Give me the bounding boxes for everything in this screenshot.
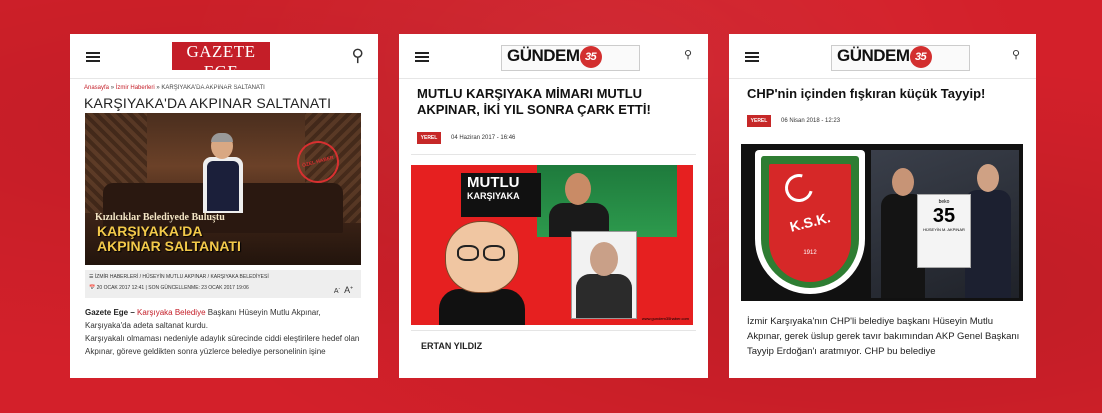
image-caption-line2: AKPINAR SALTANATI	[97, 238, 241, 254]
article-date: 04 Haziran 2017 - 16:46	[451, 135, 516, 141]
gundem35-article-card-1: GÜNDEM 35 ⚲ MUTLU KARŞIYAKA MİMARI MUTLU …	[399, 34, 708, 378]
divider	[411, 330, 696, 331]
article-body: Gazete Ege – Karşıyaka Belediye Başkanı …	[85, 306, 361, 358]
search-icon[interactable]: ⚲	[352, 46, 364, 66]
logo-number: 35	[909, 46, 932, 68]
gundem35-logo[interactable]: GÜNDEM 35	[507, 46, 602, 68]
article-headline: CHP'nin içinden fışkıran küçük Tayyip!	[747, 86, 986, 101]
jersey: beko 35 HÜSEYİN M. AKPINAR	[917, 194, 971, 268]
image-word-2: KARŞIYAKA	[467, 191, 520, 201]
jersey-number: 35	[932, 205, 956, 227]
hamburger-menu-icon[interactable]	[415, 52, 429, 62]
image-caption-small: Kızılcıklar Belediyede Buluştu	[95, 212, 225, 223]
search-icon[interactable]: ⚲	[1012, 48, 1020, 61]
site-header: GAZETE EGE Doğru okuyucunun adresi... ⚲	[70, 34, 378, 87]
person-illustration	[965, 164, 1011, 298]
logo-subtitle: Doğru okuyucunun adresi...	[196, 82, 246, 87]
person-illustration	[203, 133, 243, 213]
search-icon[interactable]: ⚲	[684, 48, 692, 61]
body-paragraph: Karşıyakalı olmaması nedeniyle adaylık s…	[85, 334, 360, 356]
breadcrumb-home[interactable]: Anasayfa	[84, 85, 109, 91]
logo-number: 35	[579, 46, 602, 68]
image-watermark: www.gundem35haber.com	[641, 316, 689, 321]
body-link[interactable]: Karşıyaka Belediye	[137, 308, 205, 317]
article-dates: 📅 20 OCAK 2017 12:41 | SON GÜNCELLENME: …	[89, 285, 249, 291]
jersey-photo: beko 35 HÜSEYİN M. AKPINAR	[871, 150, 1019, 298]
logo-text: GÜNDEM	[837, 46, 910, 65]
article-headline: MUTLU KARŞIYAKA MİMARI MUTLU AKPINAR, İK…	[417, 86, 651, 117]
category-tag[interactable]: YEREL	[747, 115, 771, 127]
image-caption-line1: KARŞIYAKA'DA	[97, 223, 203, 239]
breadcrumb-category[interactable]: İzmir Haberleri	[116, 85, 155, 91]
logo-text: GÜNDEM	[507, 46, 580, 65]
article-meta-bar: ☰ İZMİR HABERLERİ / HÜSEYİN MUTLU AKPINA…	[85, 270, 361, 298]
breadcrumb-separator: »	[109, 85, 116, 91]
dates-text: 20 OCAK 2017 12:41 | SON GÜNCELLENME: 23…	[96, 285, 249, 291]
jersey-name: HÜSEYİN M. AKPINAR	[923, 227, 965, 232]
portrait-photo	[571, 231, 637, 319]
gazete-ege-logo[interactable]: GAZETE EGE Doğru okuyucunun adresi...	[172, 42, 270, 87]
body-lead-bold: Gazete Ege –	[85, 308, 135, 317]
article-headline: KARŞIYAKA'DA AKPINAR SALTANATI	[84, 95, 332, 111]
ksk-shield-logo: K.S.K. 1912	[755, 150, 865, 294]
shield-year: 1912	[803, 250, 817, 256]
image-caption-large: KARŞIYAKA'DA AKPINAR SALTANATI	[97, 224, 241, 254]
site-header: GÜNDEM 35 ⚲	[729, 34, 1036, 79]
article-tags: ☰ İZMİR HABERLERİ / HÜSEYİN MUTLU AKPINA…	[89, 274, 269, 280]
font-size-controls: A- A+	[333, 285, 353, 295]
article-hero-image: ÖZEL HABER Kızılcıklar Belediyede Buluşt…	[85, 113, 361, 265]
article-hero-image: MUTLU KARŞIYAKA www.gundem35haber.com	[411, 165, 693, 325]
mutlu-karsiyaka-label: MUTLU KARŞIYAKA	[461, 173, 541, 217]
gazete-ege-article-card: GAZETE EGE Doğru okuyucunun adresi... ⚲ …	[70, 34, 378, 378]
category-tag[interactable]: YEREL	[417, 132, 441, 144]
tags-text[interactable]: İZMİR HABERLERİ / HÜSEYİN MUTLU AKPINAR …	[95, 274, 269, 280]
gundem35-logo[interactable]: GÜNDEM 35	[837, 46, 932, 68]
author-name[interactable]: ERTAN YILDIZ	[421, 341, 482, 351]
hamburger-menu-icon[interactable]	[86, 52, 100, 62]
divider	[411, 154, 696, 155]
article-hero-image: K.S.K. 1912 beko 35 HÜSEYİN M. AKPINAR	[741, 144, 1023, 301]
person-illustration	[549, 173, 609, 237]
logo-title: GAZETE EGE	[186, 42, 256, 81]
site-header: GÜNDEM 35 ⚲	[399, 34, 708, 79]
gundem35-article-card-2: GÜNDEM 35 ⚲ CHP'nin içinden fışkıran küçü…	[729, 34, 1036, 378]
caricature-illustration	[439, 221, 525, 325]
hamburger-menu-icon[interactable]	[745, 52, 759, 62]
image-word-1: MUTLU	[467, 174, 520, 191]
article-date: 06 Nisan 2018 - 12:23	[781, 118, 841, 124]
article-body: İzmir Karşıyaka'nın CHP'li belediye başk…	[747, 316, 1020, 357]
